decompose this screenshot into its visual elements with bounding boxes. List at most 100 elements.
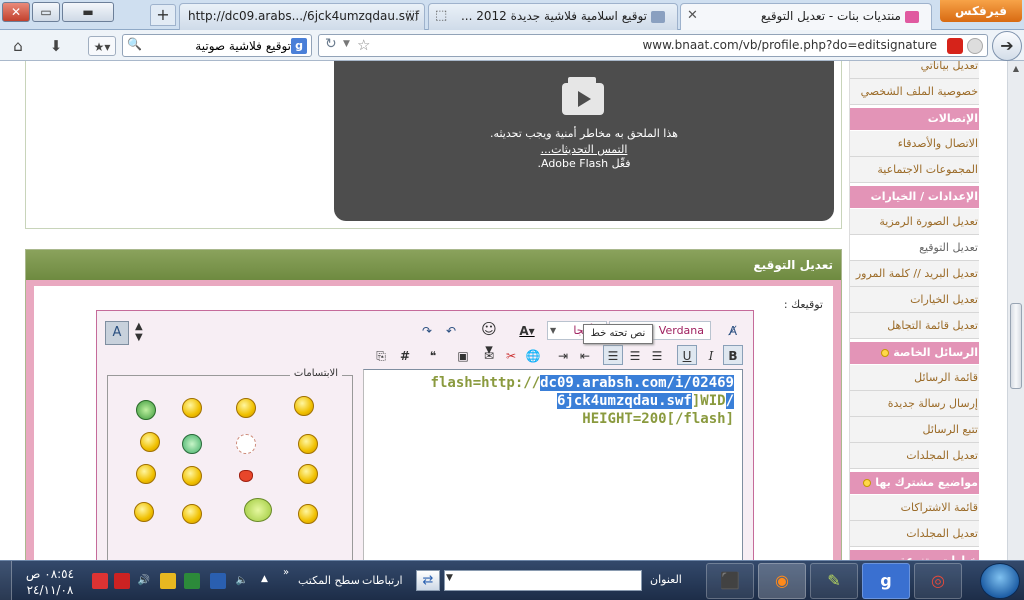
window-restore-button[interactable]: ▭ <box>32 2 60 22</box>
sidebar-item[interactable]: تعديل المجلدات <box>850 443 979 469</box>
history-dropdown-icon[interactable]: ▼ <box>343 39 350 49</box>
firefox-app-icon[interactable]: ◉ <box>758 563 806 599</box>
bookmarks-icon[interactable]: ★▾ <box>88 36 116 56</box>
smiley-icon[interactable] <box>140 432 160 452</box>
remove-format-icon[interactable]: A̸ <box>723 321 743 341</box>
tab-close-icon[interactable]: ⬚ <box>406 4 418 28</box>
clock-time[interactable]: ٠٨:٥٤ ص <box>22 567 78 581</box>
sidebar-item[interactable]: خصوصية الملف الشخصي <box>850 79 979 105</box>
site-identity-icon[interactable] <box>967 38 983 54</box>
download-icon[interactable]: ⬇ <box>46 36 66 56</box>
tab-signatures-topic[interactable]: توقيع اسلامية فلاشية جديدة 2012 ... ⬚ <box>428 3 678 30</box>
smiley-icon[interactable] <box>182 466 202 486</box>
pencil-app-icon[interactable]: ✎ <box>810 563 858 599</box>
reload-icon[interactable]: ↻ <box>325 36 337 52</box>
sidebar-item[interactable]: إرسال رسالة جديدة <box>850 391 979 417</box>
smiley-icon[interactable] <box>182 398 202 418</box>
firefox-menu-button[interactable]: فيرفكس <box>940 0 1022 22</box>
sidebar-item[interactable]: تعديل المجلدات <box>850 521 979 547</box>
redo-icon[interactable]: ↷ <box>417 321 437 341</box>
enable-flash-link[interactable]: فعِّل Adobe Flash. <box>334 157 834 170</box>
smiley-icon[interactable] <box>182 504 202 524</box>
heart-icon[interactable] <box>239 470 253 482</box>
sidebar-item[interactable]: تعديل البريد // كلمة المرور <box>850 261 979 287</box>
insert-html-icon[interactable]: ⎘ <box>371 345 391 365</box>
display-tray-icon[interactable] <box>210 573 226 589</box>
volume-icon[interactable]: 🔊 <box>136 573 152 589</box>
insert-smiley-icon[interactable]: ☺▾ <box>479 319 499 358</box>
insert-link-icon[interactable]: 🌐 <box>523 345 543 365</box>
resize-editor-icon[interactable]: ▲ ▼ <box>135 321 143 343</box>
sidebar-item[interactable]: تعديل بياناتي <box>850 61 979 79</box>
home-icon[interactable]: ⌂ <box>8 36 28 56</box>
insert-email-icon[interactable]: ✉ <box>479 345 499 365</box>
sidebar-item[interactable]: قائمة الاشتراكات <box>850 495 979 521</box>
window-minimize-button[interactable]: ▬ <box>62 2 114 22</box>
remove-link-icon[interactable]: ✂ <box>501 345 521 365</box>
flash-plugin-placeholder[interactable]: هذا الملحق به مخاطر أمنية ويجب تحديثه. ا… <box>334 61 834 221</box>
tab-close-icon[interactable]: ⬚ <box>435 4 447 28</box>
scroll-up-icon[interactable]: ▲ <box>1008 61 1024 77</box>
address-toolbar-input[interactable] <box>444 570 642 591</box>
insert-quote-icon[interactable]: ❝ <box>423 345 443 365</box>
address-go-button[interactable]: ⇄ <box>416 570 440 591</box>
desktop-toolbar[interactable]: سطح المكتب <box>298 574 360 587</box>
pdf-reader-app-icon[interactable]: ⬛ <box>706 563 754 599</box>
smiley-icon[interactable] <box>182 434 202 454</box>
clock-date[interactable]: ٢٤/١١/٠٨ <box>22 583 78 597</box>
tray-expand-icon[interactable]: ▲ <box>261 574 268 584</box>
underline-button[interactable]: U <box>677 345 697 365</box>
bold-button[interactable]: B <box>723 345 743 365</box>
url-text[interactable]: www.bnaat.com/vb/profile.php?do=editsign… <box>642 38 937 52</box>
google-app-icon[interactable]: g <box>862 563 910 599</box>
toolbar-more-icon[interactable]: » <box>283 567 289 578</box>
sidebar-item[interactable]: الاتصال والأصدقاء <box>850 131 979 157</box>
undo-icon[interactable]: ↶ <box>441 321 461 341</box>
smiley-icon[interactable] <box>134 502 154 522</box>
new-tab-button[interactable]: + <box>150 4 176 26</box>
sidebar-item[interactable]: تعديل الخيارات <box>850 287 979 313</box>
update-tray-icon[interactable] <box>184 573 200 589</box>
smiley-icon[interactable] <box>294 396 314 416</box>
search-icon[interactable]: 🔍 <box>127 37 142 51</box>
speaker-icon[interactable]: 🔈 <box>234 573 250 589</box>
links-toolbar[interactable]: ارتباطات <box>362 574 403 587</box>
tab-flash-file[interactable]: http://dc09.arabs.../6jck4umzqdau.swf ⬚ <box>179 3 425 30</box>
url-bar[interactable]: ↻ ▼ ☆ www.bnaat.com/vb/profile.php?do=ed… <box>318 34 988 57</box>
smiley-icon[interactable] <box>136 464 156 484</box>
bookmark-star-icon[interactable]: ☆ <box>357 36 370 54</box>
insert-code-icon[interactable]: # <box>395 345 415 365</box>
align-left-icon[interactable]: ☰ <box>603 345 623 365</box>
font-color-icon[interactable]: A▾ <box>517 321 537 341</box>
check-updates-link[interactable]: التمس التحديثات... <box>334 143 834 156</box>
smiley-icon[interactable] <box>298 434 318 454</box>
scroll-thumb[interactable] <box>1010 303 1022 389</box>
sidebar-item[interactable]: تعديل قائمة التجاهل <box>850 313 979 339</box>
network-tray-icon[interactable] <box>160 573 176 589</box>
smiley-icon[interactable] <box>298 504 318 524</box>
insert-image-icon[interactable]: ▣ <box>453 345 473 365</box>
sidebar-item[interactable]: قائمة الرسائل <box>850 365 979 391</box>
signature-textarea[interactable]: flash=http://dc09.arabsh.com/i/02469 /6j… <box>363 369 743 560</box>
smiley-icon[interactable] <box>136 400 156 420</box>
plugin-play-icon[interactable] <box>562 77 604 115</box>
italic-button[interactable]: I <box>701 345 721 365</box>
antivirus-tray-icon[interactable] <box>114 573 130 589</box>
vertical-scrollbar[interactable]: ▲ <box>1007 61 1024 560</box>
witch-smiley-icon[interactable] <box>244 498 272 522</box>
sidebar-item[interactable]: المجموعات الاجتماعية <box>850 157 979 183</box>
switch-mode-icon[interactable]: A <box>105 321 129 345</box>
smiley-icon[interactable] <box>236 398 256 418</box>
chrome-app-icon[interactable]: ◎ <box>914 563 962 599</box>
sidebar-item-current[interactable]: تعديل التوقيع <box>850 235 979 261</box>
security-tray-icon[interactable] <box>92 573 108 589</box>
sidebar-item[interactable]: تعديل الصورة الرمزية <box>850 209 979 235</box>
outdent-icon[interactable]: ⇤ <box>575 345 595 365</box>
tab-edit-signature[interactable]: منتديات بنات - تعديل التوقيع ✕ <box>680 3 932 31</box>
search-input[interactable] <box>141 37 291 54</box>
computer-smiley-icon[interactable] <box>298 464 318 484</box>
window-close-button[interactable]: ✕ <box>2 2 30 22</box>
chevron-down-icon[interactable]: ▼ <box>446 573 453 583</box>
google-engine-icon[interactable]: g <box>291 38 307 54</box>
flower-icon[interactable] <box>236 434 256 454</box>
